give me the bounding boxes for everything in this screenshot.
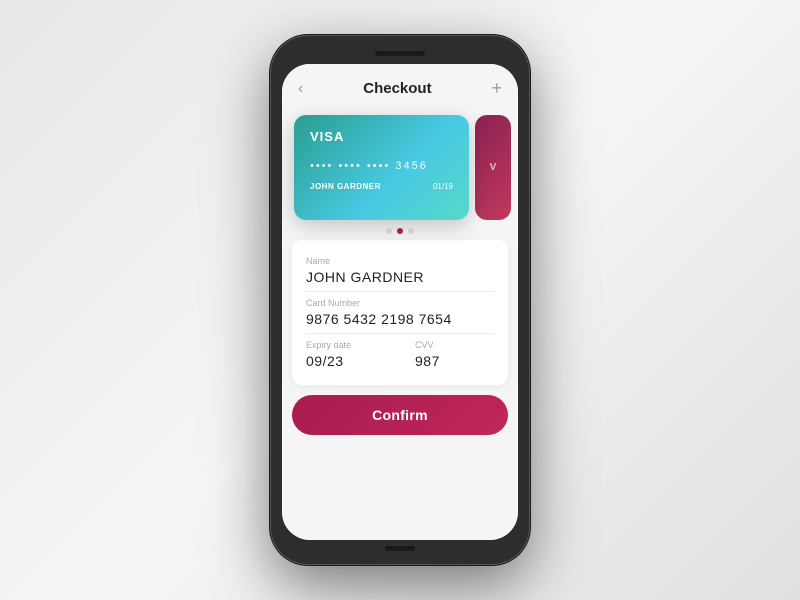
name-label: Name [306,256,494,266]
back-button[interactable]: ‹ [298,80,303,98]
peek-letter: V [490,162,497,173]
confirm-button[interactable]: Confirm [292,395,508,435]
card-holder-name: JOHN GARDNER [310,182,381,191]
cvv-value[interactable]: 987 [415,353,494,369]
dot-2 [397,228,403,234]
card-expiry: 01/19 [433,182,453,191]
phone-screen: ‹ Checkout + VISA •••• •••• •••• 3456 JO… [282,64,518,540]
name-value[interactable]: JOHN GARDNER [306,269,494,285]
phone-frame: ‹ Checkout + VISA •••• •••• •••• 3456 JO… [270,35,530,565]
expiry-value[interactable]: 09/23 [306,353,385,369]
cvv-label: CVV [415,340,494,350]
card-number-label: Card Number [306,298,494,308]
page-title: Checkout [363,80,431,97]
card-area: VISA •••• •••• •••• 3456 JOHN GARDNER 01… [282,107,518,220]
cvv-col: CVV 987 [415,340,494,369]
pagination-dots [282,220,518,240]
card-footer: JOHN GARDNER 01/19 [310,182,453,191]
card-details-form: Name JOHN GARDNER Card Number 9876 5432 … [292,240,508,385]
dot-3 [408,228,414,234]
home-button[interactable] [385,546,415,551]
card-number-field-group: Card Number 9876 5432 2198 7654 [306,292,494,334]
header: ‹ Checkout + [282,64,518,107]
screen-content: ‹ Checkout + VISA •••• •••• •••• 3456 JO… [282,64,518,540]
expiry-cvv-field-group: Expiry date 09/23 CVV 987 [306,334,494,375]
phone-speaker [375,51,425,56]
primary-card[interactable]: VISA •••• •••• •••• 3456 JOHN GARDNER 01… [294,115,469,220]
secondary-card-peek[interactable]: V [475,115,511,220]
add-button[interactable]: + [491,78,502,99]
expiry-col: Expiry date 09/23 [306,340,385,369]
name-field-group: Name JOHN GARDNER [306,250,494,292]
expiry-label: Expiry date [306,340,385,350]
dot-1 [386,228,392,234]
card-number-masked: •••• •••• •••• 3456 [310,160,453,172]
expiry-cvv-row: Expiry date 09/23 CVV 987 [306,340,494,369]
card-brand: VISA [310,129,453,144]
card-number-value[interactable]: 9876 5432 2198 7654 [306,311,494,327]
